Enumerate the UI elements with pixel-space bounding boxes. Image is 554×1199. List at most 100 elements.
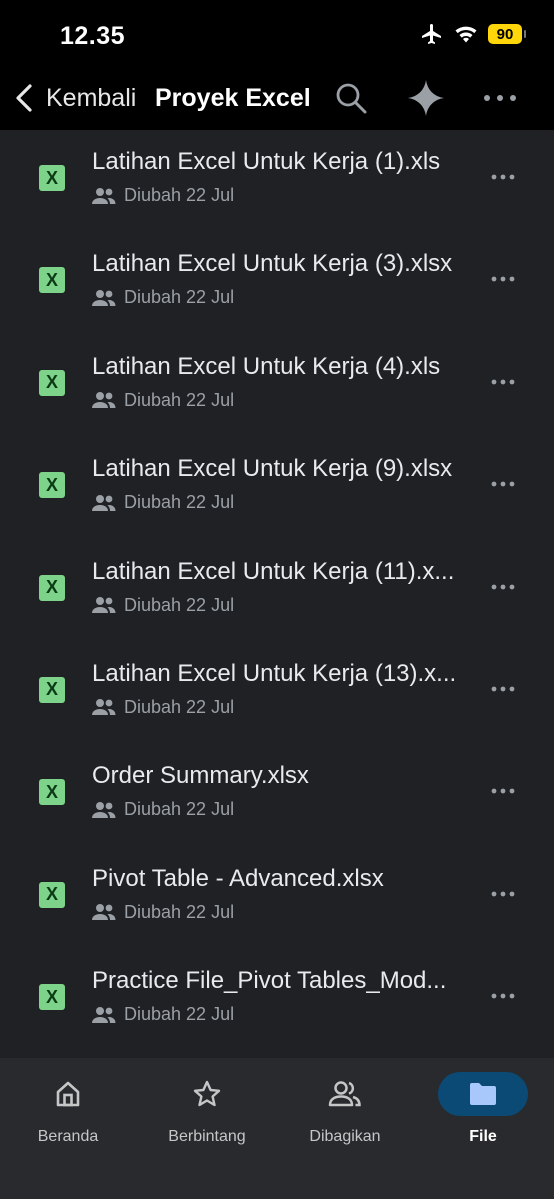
search-icon — [336, 83, 367, 114]
modified-date: Diubah 22 Jul — [124, 901, 235, 922]
shared-people-icon — [92, 494, 116, 511]
wifi-icon — [455, 26, 477, 43]
modified-date: Diubah 22 Jul — [124, 799, 235, 820]
file-more-button[interactable] — [484, 572, 522, 602]
more-horizontal-icon — [491, 788, 515, 794]
nav-files-label: File — [469, 1128, 497, 1145]
file-row[interactable]: X Latihan Excel Untuk Kerja (13).x... Di… — [0, 642, 554, 744]
nav-home[interactable]: Beranda — [0, 1072, 138, 1146]
file-more-button[interactable] — [484, 674, 522, 704]
excel-file-icon: X — [39, 676, 65, 703]
file-name: Pivot Table - Advanced.xlsx — [92, 864, 384, 892]
shared-people-icon — [92, 904, 116, 921]
modified-date: Diubah 22 Jul — [124, 492, 235, 513]
nav-home-label: Beranda — [37, 1128, 99, 1145]
nav-shared[interactable]: Dibagikan — [275, 1072, 415, 1146]
back-button[interactable]: Kembali — [46, 84, 136, 113]
airplane-icon — [422, 24, 441, 44]
file-more-button[interactable] — [484, 264, 522, 294]
more-horizontal-icon — [491, 891, 515, 897]
file-more-button[interactable] — [484, 469, 522, 499]
file-name: Latihan Excel Untuk Kerja (3).xlsx — [92, 250, 453, 278]
more-options-button[interactable] — [480, 78, 520, 118]
modified-date: Diubah 22 Jul — [124, 185, 235, 205]
shared-people-icon — [92, 392, 116, 409]
file-more-button[interactable] — [484, 776, 522, 806]
sparkle-icon — [408, 80, 444, 116]
nav-starred[interactable]: Berbintang — [137, 1072, 277, 1146]
bottom-navigation: Beranda Berbintang Dibagikan File — [0, 1058, 554, 1199]
more-horizontal-icon — [491, 993, 515, 999]
folder-icon — [470, 1083, 496, 1105]
file-meta: Diubah 22 Jul — [92, 902, 234, 923]
file-name: Order Summary.xlsx — [92, 762, 309, 790]
top-app-bar: Kembali Proyek Excel — [0, 70, 554, 130]
file-row[interactable]: X Order Summary.xlsx Diubah 22 Jul — [0, 744, 554, 846]
file-name: Latihan Excel Untuk Kerja (13).x... — [92, 659, 457, 687]
file-row[interactable]: X Latihan Excel Untuk Kerja (3).xlsx Diu… — [0, 232, 554, 334]
file-meta: Diubah 22 Jul — [92, 185, 234, 206]
shared-people-icon — [92, 187, 116, 204]
file-meta: Diubah 22 Jul — [92, 1004, 234, 1025]
file-meta: Diubah 22 Jul — [92, 595, 234, 616]
modified-date: Diubah 22 Jul — [124, 594, 235, 615]
modified-date: Diubah 22 Jul — [124, 1004, 235, 1025]
file-row[interactable]: X Practice File_Pivot Tables_Mod... Diub… — [0, 949, 554, 1051]
excel-file-icon: X — [39, 165, 65, 191]
file-row[interactable]: X Pivot Table - Advanced.xlsx Diubah 22 … — [0, 847, 554, 949]
file-meta: Diubah 22 Jul — [92, 799, 234, 820]
excel-file-icon: X — [39, 984, 65, 1011]
nav-starred-label: Berbintang — [168, 1128, 246, 1145]
star-icon — [193, 1080, 221, 1107]
file-name: Practice File_Pivot Tables_Mod... — [92, 967, 447, 995]
shared-people-icon — [92, 289, 116, 306]
search-button[interactable] — [331, 78, 371, 118]
file-meta: Diubah 22 Jul — [92, 697, 234, 718]
excel-file-icon: X — [39, 779, 65, 806]
back-chevron-icon[interactable] — [12, 82, 36, 114]
excel-file-icon: X — [39, 472, 65, 499]
shared-people-icon — [92, 801, 116, 818]
file-row[interactable]: X Latihan Excel Untuk Kerja (4).xls Diub… — [0, 335, 554, 437]
file-name: Latihan Excel Untuk Kerja (1).xls — [92, 148, 441, 175]
excel-file-icon: X — [39, 369, 65, 396]
file-more-button[interactable] — [484, 367, 522, 397]
shared-people-icon — [92, 699, 116, 716]
shared-people-icon — [92, 597, 116, 614]
file-more-button[interactable] — [484, 981, 522, 1011]
status-icons: 90 — [420, 22, 526, 46]
file-row[interactable]: X Latihan Excel Untuk Kerja (9).xlsx Diu… — [0, 437, 554, 539]
shared-people-icon — [328, 1081, 361, 1107]
file-name: Latihan Excel Untuk Kerja (9).xlsx — [92, 455, 453, 483]
home-icon — [56, 1081, 80, 1107]
status-bar: 12.35 90 — [0, 0, 554, 70]
modified-date: Diubah 22 Jul — [124, 389, 235, 410]
modified-date: Diubah 22 Jul — [124, 696, 235, 717]
more-horizontal-icon — [484, 95, 516, 101]
excel-file-icon: X — [39, 881, 65, 908]
file-name: Latihan Excel Untuk Kerja (11).x... — [92, 557, 455, 585]
more-horizontal-icon — [491, 276, 515, 282]
status-time: 12.35 — [60, 22, 126, 50]
nav-files[interactable]: File — [413, 1072, 553, 1146]
file-meta: Diubah 22 Jul — [92, 390, 234, 411]
more-horizontal-icon — [491, 584, 515, 589]
file-more-button[interactable] — [484, 162, 522, 192]
more-horizontal-icon — [491, 686, 515, 692]
nav-files-active-indicator — [438, 1072, 528, 1116]
more-horizontal-icon — [491, 174, 515, 180]
file-meta: Diubah 22 Jul — [92, 492, 234, 513]
page-title: Proyek Excel — [155, 84, 311, 112]
gemini-button[interactable] — [406, 78, 446, 118]
more-horizontal-icon — [491, 481, 515, 487]
file-list: X Latihan Excel Untuk Kerja (1).xls Diub… — [0, 130, 554, 1058]
file-more-button[interactable] — [484, 879, 522, 909]
battery-indicator: 90 — [488, 24, 526, 44]
excel-file-icon: X — [39, 267, 65, 294]
shared-people-icon — [92, 1006, 116, 1023]
excel-file-icon: X — [39, 574, 65, 601]
file-meta: Diubah 22 Jul — [92, 287, 234, 308]
file-row[interactable]: X Latihan Excel Untuk Kerja (1).xls Diub… — [0, 130, 554, 232]
file-row[interactable]: X Latihan Excel Untuk Kerja (11).x... Di… — [0, 540, 554, 642]
modified-date: Diubah 22 Jul — [124, 287, 235, 308]
